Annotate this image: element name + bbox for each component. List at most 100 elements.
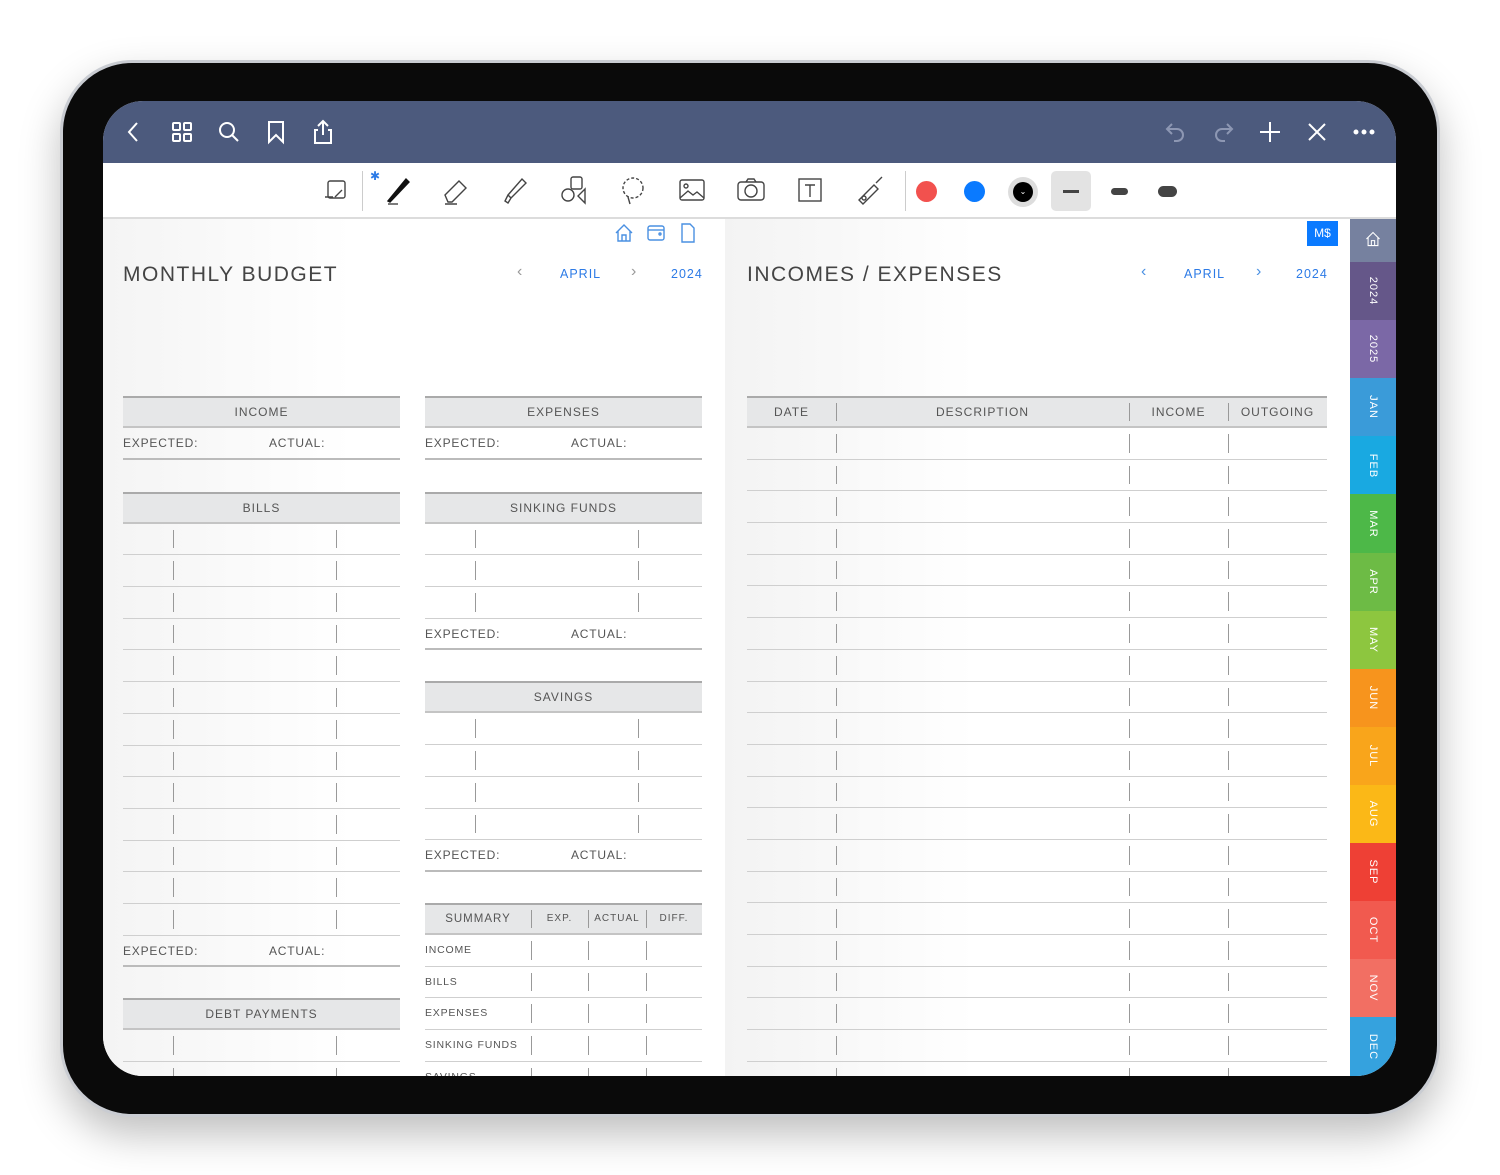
- next-month-icon[interactable]: ›: [631, 263, 636, 281]
- color-red[interactable]: [916, 181, 937, 202]
- table-row[interactable]: [747, 1062, 1327, 1076]
- close-icon[interactable]: [1304, 119, 1330, 145]
- tab-oct[interactable]: OCT: [1350, 901, 1396, 960]
- add-icon[interactable]: [1257, 119, 1283, 145]
- tab-nov[interactable]: NOV: [1350, 959, 1396, 1018]
- tab-apr[interactable]: APR: [1350, 552, 1396, 612]
- tab-sep[interactable]: SEP: [1350, 843, 1396, 902]
- list-row[interactable]: [123, 841, 400, 873]
- table-row[interactable]: [747, 808, 1327, 840]
- prev-month-icon[interactable]: ‹: [1141, 263, 1146, 281]
- undo-icon[interactable]: [1163, 119, 1189, 145]
- month-link[interactable]: APRIL: [560, 267, 601, 281]
- list-row[interactable]: [123, 1030, 400, 1062]
- stroke-thin-selected[interactable]: [1051, 171, 1091, 211]
- pen-icon[interactable]: [380, 173, 414, 207]
- list-row[interactable]: [425, 587, 702, 619]
- table-row[interactable]: [747, 840, 1327, 872]
- table-row[interactable]: [747, 998, 1327, 1031]
- tab-mar[interactable]: MAR: [1350, 494, 1396, 553]
- list-row[interactable]: [425, 524, 702, 556]
- table-row[interactable]: [747, 428, 1327, 460]
- table-row[interactable]: [747, 682, 1327, 714]
- share-icon[interactable]: [310, 119, 336, 145]
- table-row[interactable]: [747, 491, 1327, 524]
- expected-actual-row[interactable]: EXPECTED: ACTUAL:: [425, 619, 702, 651]
- budget-badge[interactable]: M$: [1307, 221, 1338, 246]
- bookmark-icon[interactable]: [263, 119, 289, 145]
- expected-actual-row[interactable]: EXPECTED: ACTUAL:: [123, 428, 400, 460]
- home-icon[interactable]: [613, 222, 635, 244]
- table-row[interactable]: [747, 935, 1327, 967]
- list-row[interactable]: [123, 714, 400, 746]
- list-row[interactable]: [425, 713, 702, 746]
- summary-row[interactable]: SAVINGS: [425, 1062, 702, 1076]
- table-row[interactable]: [747, 713, 1327, 745]
- laser-pointer-icon[interactable]: [852, 173, 886, 207]
- table-row[interactable]: [747, 586, 1327, 619]
- back-icon[interactable]: [121, 119, 147, 145]
- month-link[interactable]: APRIL: [1184, 267, 1225, 281]
- tab-2024[interactable]: 2024: [1350, 262, 1396, 321]
- list-row[interactable]: [123, 1062, 400, 1076]
- tab-may[interactable]: MAY: [1350, 610, 1396, 670]
- tab-home[interactable]: [1350, 219, 1396, 263]
- list-row[interactable]: [425, 777, 702, 809]
- list-row[interactable]: [123, 809, 400, 841]
- year-link[interactable]: 2024: [1296, 267, 1328, 281]
- lasso-icon[interactable]: [616, 173, 650, 207]
- list-row[interactable]: [123, 777, 400, 809]
- table-row[interactable]: [747, 460, 1327, 492]
- table-row[interactable]: [747, 777, 1327, 809]
- expected-actual-row[interactable]: EXPECTED: ACTUAL:: [425, 428, 702, 460]
- stroke-medium[interactable]: [1111, 188, 1128, 195]
- list-row[interactable]: [425, 745, 702, 777]
- more-icon[interactable]: [1351, 119, 1377, 145]
- list-row[interactable]: [123, 587, 400, 619]
- next-month-icon[interactable]: ›: [1256, 263, 1261, 281]
- tab-feb[interactable]: FEB: [1350, 436, 1396, 495]
- wallet-icon[interactable]: [645, 222, 667, 244]
- list-row[interactable]: [123, 650, 400, 683]
- list-row[interactable]: [123, 872, 400, 904]
- color-blue[interactable]: [964, 181, 985, 202]
- table-row[interactable]: [747, 650, 1327, 682]
- tab-aug[interactable]: AUG: [1350, 784, 1396, 844]
- summary-row[interactable]: INCOME: [425, 935, 702, 967]
- stroke-thick[interactable]: [1158, 186, 1177, 197]
- table-row[interactable]: [747, 1030, 1327, 1062]
- search-icon[interactable]: [216, 119, 242, 145]
- list-row[interactable]: [425, 809, 702, 841]
- tab-jul[interactable]: JUL: [1350, 726, 1396, 786]
- table-row[interactable]: [747, 872, 1327, 904]
- list-row[interactable]: [425, 555, 702, 588]
- summary-row[interactable]: EXPENSES: [425, 998, 702, 1030]
- expected-actual-row[interactable]: EXPECTED: ACTUAL:: [123, 936, 400, 968]
- summary-row[interactable]: SINKING FUNDS: [425, 1030, 702, 1062]
- list-row[interactable]: [123, 555, 400, 588]
- redo-icon[interactable]: [1210, 119, 1236, 145]
- table-row[interactable]: [747, 555, 1327, 587]
- tab-jun[interactable]: JUN: [1350, 668, 1396, 728]
- list-row[interactable]: [123, 746, 400, 778]
- list-row[interactable]: [123, 682, 400, 714]
- color-black-selected[interactable]: ⌄: [1008, 177, 1038, 207]
- year-link[interactable]: 2024: [671, 267, 703, 281]
- eraser-icon[interactable]: [439, 173, 473, 207]
- image-icon[interactable]: [675, 173, 709, 207]
- tab-2025[interactable]: 2025: [1350, 320, 1396, 379]
- table-row[interactable]: [747, 967, 1327, 999]
- table-row[interactable]: [747, 903, 1327, 935]
- table-row[interactable]: [747, 618, 1327, 650]
- shapes-icon[interactable]: [557, 173, 591, 207]
- tab-dec[interactable]: DEC: [1350, 1017, 1396, 1076]
- summary-row[interactable]: BILLS: [425, 967, 702, 999]
- camera-icon[interactable]: [734, 173, 768, 207]
- page-icon[interactable]: [677, 222, 699, 244]
- list-row[interactable]: [123, 904, 400, 936]
- grid-icon[interactable]: [169, 119, 195, 145]
- list-row[interactable]: [123, 619, 400, 651]
- prev-month-icon[interactable]: ‹: [517, 263, 522, 281]
- tab-jan[interactable]: JAN: [1350, 378, 1396, 437]
- expected-actual-row[interactable]: EXPECTED: ACTUAL:: [425, 840, 702, 872]
